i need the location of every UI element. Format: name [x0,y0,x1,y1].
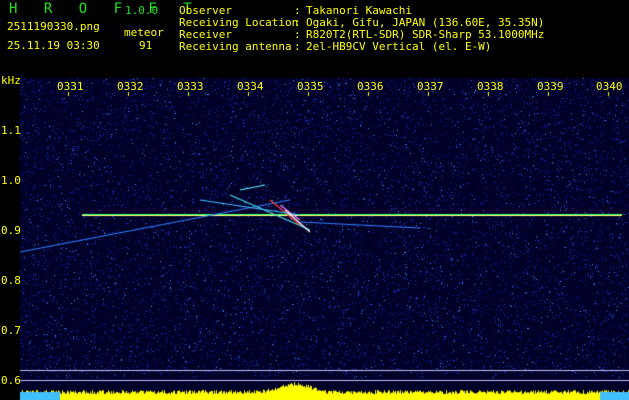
app-logo: H R O F F T [9,3,201,15]
freq-tick: 0.9 [1,224,21,237]
time-tick: 0338 [477,80,504,93]
freq-tick: 1.1 [1,124,21,137]
meteor-label: meteor [124,27,164,39]
app-version: 1.0.0 [125,5,158,17]
freq-tick: 0.8 [1,274,21,287]
freq-tick: 0.7 [1,324,21,337]
time-tick: 0333 [177,80,204,93]
time-tick: 0337 [417,80,444,93]
axis-unit: kHz [1,74,21,87]
time-tick: 0334 [237,80,264,93]
info-value: 2el-HB9CV Vertical (el. E-W) [306,41,491,53]
time-tick: 0335 [297,80,324,93]
spectrogram [0,0,629,400]
freq-tick: 1.0 [1,174,21,187]
time-tick: 0339 [537,80,564,93]
file-name: 2511190330.png [7,21,100,33]
time-tick: 0332 [117,80,144,93]
meteor-count: 91 [139,40,152,52]
time-tick: 0340 [596,80,623,93]
file-datetime: 25.11.19 03:30 [7,40,100,52]
info-label: Receiving antenna [179,41,292,53]
time-tick: 0331 [57,80,84,93]
freq-tick: 0.6 [1,374,21,387]
time-tick: 0336 [357,80,384,93]
